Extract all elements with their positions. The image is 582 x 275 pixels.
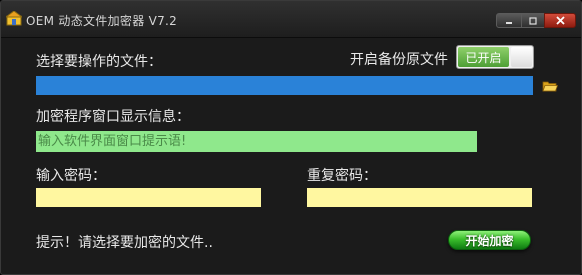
password-input[interactable] bbox=[36, 188, 261, 207]
confirm-password-label: 重复密码： bbox=[307, 168, 377, 184]
start-encryption-button[interactable]: 开始加密 bbox=[448, 230, 531, 250]
toggle-knob bbox=[511, 47, 532, 67]
confirm-password-input[interactable] bbox=[307, 188, 532, 207]
maximize-button[interactable] bbox=[521, 13, 545, 28]
backup-toggle-state: 已开启 bbox=[458, 47, 509, 67]
close-icon bbox=[555, 16, 565, 25]
window-message-input[interactable] bbox=[36, 131, 477, 152]
maximize-icon bbox=[529, 16, 537, 25]
app-logo-icon bbox=[6, 11, 22, 26]
close-button[interactable] bbox=[544, 13, 576, 28]
window-title: OEM 动态文件加密器 V7.2 bbox=[26, 14, 178, 28]
minimize-button[interactable] bbox=[496, 13, 522, 28]
file-select-label: 选择要操作的文件： bbox=[36, 54, 162, 70]
backup-toggle[interactable]: 已开启 bbox=[456, 45, 534, 69]
title-bar[interactable]: OEM 动态文件加密器 V7.2 bbox=[1, 1, 581, 38]
file-path-input[interactable] bbox=[36, 76, 533, 95]
app-window: OEM 动态文件加密器 V7.2 选择要操作的文件： 开启备份原文件 已开启 加… bbox=[0, 0, 582, 275]
backup-label: 开启备份原文件 bbox=[350, 52, 448, 68]
start-encryption-label: 开始加密 bbox=[465, 233, 514, 248]
message-label: 加密程序窗口显示信息： bbox=[36, 109, 190, 125]
password-label: 输入密码： bbox=[36, 168, 106, 184]
status-message: 提示！请选择要加密的文件.. bbox=[36, 235, 213, 251]
minimize-icon bbox=[506, 21, 512, 24]
folder-open-icon[interactable] bbox=[542, 79, 558, 93]
